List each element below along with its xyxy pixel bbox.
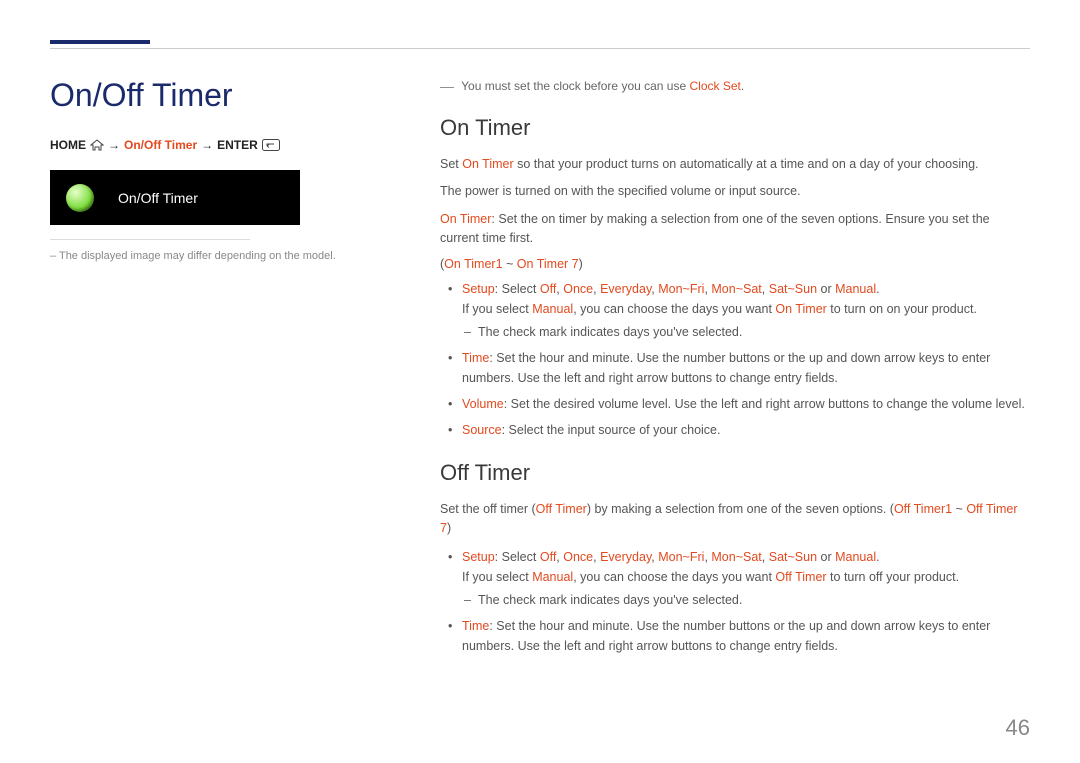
text: ~	[503, 257, 517, 271]
text-hl: Manual	[532, 302, 573, 316]
home-icon	[90, 139, 104, 151]
list-item: The check mark indicates days you've sel…	[478, 323, 1030, 342]
tile-label: On/Off Timer	[118, 190, 198, 206]
left-column: On/Off Timer HOME → On/Off Timer → ENTER…	[50, 77, 370, 676]
text: so that your product turns on automatica…	[514, 157, 979, 171]
text-hl: Off Timer	[536, 502, 587, 516]
list-item: Time: Set the hour and minute. Use the n…	[462, 348, 1030, 388]
list-item: The check mark indicates days you've sel…	[478, 591, 1030, 610]
setup-options: Off, Once, Everyday, Mon~Fri, Mon~Sat, S…	[540, 282, 876, 296]
arrow-icon: →	[108, 138, 120, 152]
text: Set the off timer (	[440, 502, 536, 516]
right-column: ― You must set the clock before you can …	[440, 77, 1030, 676]
off-timer-list: Setup: Select Off, Once, Everyday, Mon~F…	[440, 547, 1030, 656]
breadcrumb-enter: ENTER	[217, 138, 258, 152]
time-label: Time	[462, 351, 489, 365]
source-label: Source	[462, 423, 502, 437]
list-item: Setup: Select Off, Once, Everyday, Mon~F…	[462, 279, 1030, 342]
info-note: ― You must set the clock before you can …	[440, 77, 1030, 93]
enter-icon	[262, 139, 280, 151]
content-columns: On/Off Timer HOME → On/Off Timer → ENTER…	[50, 77, 1030, 676]
text: ~	[952, 502, 966, 516]
sub-list: The check mark indicates days you've sel…	[462, 323, 1030, 342]
text-hl: On Timer	[775, 302, 826, 316]
text: ) by making a selection from one of the …	[587, 502, 894, 516]
on-timer-list: Setup: Select Off, Once, Everyday, Mon~F…	[440, 279, 1030, 440]
text: : Select the input source of your choice…	[502, 423, 721, 437]
text: .	[876, 282, 879, 296]
on-timer-p3: On Timer: Set the on timer by making a s…	[440, 210, 1030, 249]
on-timer-range: (On Timer1 ~ On Timer 7)	[440, 257, 1030, 271]
accent-bar	[50, 40, 150, 44]
text: )	[579, 257, 583, 271]
text-hl: Manual	[532, 570, 573, 584]
volume-label: Volume	[462, 397, 504, 411]
text-hl: On Timer	[462, 157, 513, 171]
list-item: Setup: Select Off, Once, Everyday, Mon~F…	[462, 547, 1030, 610]
text: .	[876, 550, 879, 564]
page-number: 46	[1006, 715, 1030, 741]
text: If you select	[462, 570, 532, 584]
on-timer-p1: Set On Timer so that your product turns …	[440, 155, 1030, 174]
text: to turn off your product.	[827, 570, 959, 584]
breadcrumb: HOME → On/Off Timer → ENTER	[50, 138, 370, 152]
off-timer-heading: Off Timer	[440, 460, 1030, 486]
text: , you can choose the days you want	[573, 302, 775, 316]
text: Set	[440, 157, 462, 171]
sub-list: The check mark indicates days you've sel…	[462, 591, 1030, 610]
text: If you select	[462, 302, 532, 316]
text-hl: Off Timer1	[894, 502, 952, 516]
text-hl: On Timer 7	[517, 257, 579, 271]
setup-label: Setup	[462, 282, 495, 296]
timer-icon	[66, 184, 94, 212]
text: )	[447, 521, 451, 535]
text-hl: Off Timer	[775, 570, 826, 584]
list-item: Time: Set the hour and minute. Use the n…	[462, 616, 1030, 656]
page-title: On/Off Timer	[50, 77, 370, 114]
off-timer-p1: Set the off timer (Off Timer) by making …	[440, 500, 1030, 539]
on-timer-heading: On Timer	[440, 115, 1030, 141]
disclaimer-text: – The displayed image may differ dependi…	[50, 250, 370, 262]
top-divider	[50, 48, 1030, 49]
text: , you can choose the days you want	[573, 570, 775, 584]
setup-label: Setup	[462, 550, 495, 564]
info-hl: Clock Set	[689, 79, 740, 93]
breadcrumb-path: On/Off Timer	[124, 138, 197, 152]
text: : Select	[495, 282, 540, 296]
arrow-icon: →	[201, 138, 213, 152]
text: : Set the hour and minute. Use the numbe…	[462, 619, 990, 653]
text: to turn on on your product.	[827, 302, 977, 316]
time-label: Time	[462, 619, 489, 633]
text: : Set the desired volume level. Use the …	[504, 397, 1025, 411]
list-item: Volume: Set the desired volume level. Us…	[462, 394, 1030, 414]
text: : Select	[495, 550, 540, 564]
setup-options: Off, Once, Everyday, Mon~Fri, Mon~Sat, S…	[540, 550, 876, 564]
text: : Set the hour and minute. Use the numbe…	[462, 351, 990, 385]
thin-divider	[50, 239, 250, 240]
text-hl: On Timer1	[444, 257, 502, 271]
breadcrumb-home: HOME	[50, 138, 86, 152]
dash-icon: ―	[440, 78, 454, 94]
list-item: Source: Select the input source of your …	[462, 420, 1030, 440]
info-post: .	[741, 79, 744, 93]
feature-tile: On/Off Timer	[50, 170, 300, 225]
text: : Set the on timer by making a selection…	[440, 212, 990, 245]
page: On/Off Timer HOME → On/Off Timer → ENTER…	[0, 0, 1080, 763]
info-pre: You must set the clock before you can us…	[461, 79, 689, 93]
text-hl: On Timer	[440, 212, 491, 226]
on-timer-p2: The power is turned on with the specifie…	[440, 182, 1030, 201]
